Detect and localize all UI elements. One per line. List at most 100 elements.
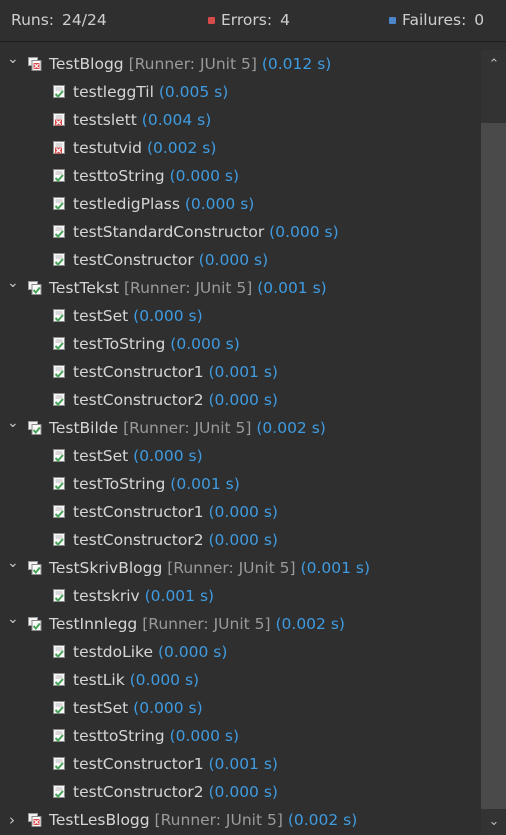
suite-name: TestSkrivBlogg: [49, 559, 163, 577]
test-pass-icon: [53, 449, 65, 462]
test-case-label: testtoString (0.000 s): [73, 722, 239, 750]
suite-row[interactable]: ⌄ TestSkrivBlogg [Runner: JUnit 5] (0.001…: [0, 554, 480, 582]
test-time: (0.000 s): [208, 783, 278, 801]
test-name: testConstructor1: [73, 503, 204, 521]
suite-row[interactable]: › TestLesBlogg [Runner: JUnit 5] (0.002 s…: [0, 806, 480, 834]
test-status-bar: Runs: 24/24 Errors: 4 Failures: 0: [0, 0, 506, 42]
suite-name: TestLesBlogg: [49, 811, 150, 829]
test-time: (0.000 s): [208, 391, 278, 409]
test-case-row[interactable]: testConstructor1 (0.001 s): [0, 750, 480, 778]
errors-label: Errors:: [221, 11, 273, 29]
test-case-label: testConstructor2 (0.000 s): [73, 386, 278, 414]
test-case-label: testToString (0.000 s): [73, 330, 240, 358]
test-pass-icon: [53, 169, 65, 182]
suite-label: TestSkrivBlogg [Runner: JUnit 5] (0.001 …: [49, 554, 370, 582]
test-name: testtoString: [73, 167, 165, 185]
test-case-row[interactable]: testleggTil (0.005 s): [0, 78, 480, 106]
test-time: (0.001 s): [208, 755, 278, 773]
test-case-label: testConstructor2 (0.000 s): [73, 778, 278, 806]
test-case-row[interactable]: testledigPlass (0.000 s): [0, 190, 480, 218]
test-pass-icon: [53, 309, 65, 322]
test-case-row[interactable]: testSet (0.000 s): [0, 694, 480, 722]
suite-row[interactable]: ⌄ TestInnlegg [Runner: JUnit 5] (0.002 s): [0, 610, 480, 638]
scrollbar-thumb[interactable]: [481, 123, 506, 809]
test-case-row[interactable]: testtoString (0.000 s): [0, 722, 480, 750]
test-time: (0.000 s): [208, 503, 278, 521]
test-time: (0.000 s): [208, 531, 278, 549]
test-name: testledigPlass: [73, 195, 180, 213]
suite-time: (0.002 s): [256, 419, 326, 437]
suite-runner: [Runner: JUnit 5]: [154, 811, 283, 829]
test-case-row[interactable]: testConstructor2 (0.000 s): [0, 778, 480, 806]
suite-row[interactable]: ⌄ TestTekst [Runner: JUnit 5] (0.001 s): [0, 274, 480, 302]
test-case-row[interactable]: testConstructor2 (0.000 s): [0, 526, 480, 554]
suite-row[interactable]: ⌄ TestBlogg [Runner: JUnit 5] (0.012 s): [0, 50, 480, 78]
errors-value: 4: [280, 11, 290, 29]
failures-label: Failures:: [402, 11, 467, 29]
suite-row[interactable]: ⌄ TestBilde [Runner: JUnit 5] (0.002 s): [0, 414, 480, 442]
suite-name: TestBilde: [49, 419, 119, 437]
suite-name: TestTekst: [49, 279, 120, 297]
test-name: testToString: [73, 475, 166, 493]
suite-runner: [Runner: JUnit 5]: [123, 279, 253, 297]
test-name: testleggTil: [73, 83, 154, 101]
test-case-label: testutvid (0.002 s): [73, 134, 216, 162]
test-case-row[interactable]: testskriv (0.001 s): [0, 582, 480, 610]
suite-time: (0.001 s): [300, 559, 370, 577]
test-results-tree[interactable]: ⌄ TestBlogg [Runner: JUnit 5] (0.012 s) te…: [0, 50, 480, 835]
test-case-label: testSet (0.000 s): [73, 694, 203, 722]
test-case-row[interactable]: testSet (0.000 s): [0, 442, 480, 470]
chevron-down-icon[interactable]: ⌄: [7, 549, 19, 577]
test-case-row[interactable]: testConstructor1 (0.001 s): [0, 358, 480, 386]
test-case-row[interactable]: testtoString (0.000 s): [0, 162, 480, 190]
suite-label: TestLesBlogg [Runner: JUnit 5] (0.002 s): [49, 806, 357, 834]
test-time: (0.000 s): [133, 447, 203, 465]
test-pass-icon: [53, 701, 65, 714]
scroll-up-arrow-icon[interactable]: ⌃: [488, 58, 500, 71]
chevron-right-icon[interactable]: ›: [9, 806, 19, 834]
failure-icon: [389, 16, 396, 24]
test-pass-icon: [53, 729, 65, 742]
test-case-row[interactable]: testLik (0.000 s): [0, 666, 480, 694]
test-case-label: testConstructor (0.000 s): [73, 246, 268, 274]
test-time: (0.000 s): [184, 195, 255, 213]
test-case-row[interactable]: testslett (0.004 s): [0, 106, 480, 134]
suite-time: (0.002 s): [275, 615, 345, 633]
test-pass-icon: [53, 757, 65, 770]
test-pass-icon: [53, 505, 65, 518]
test-case-label: testskriv (0.001 s): [73, 582, 214, 610]
test-time: (0.000 s): [129, 671, 200, 689]
test-time: (0.005 s): [158, 83, 229, 101]
vertical-scrollbar[interactable]: ⌃ ⌄: [481, 50, 506, 835]
suite-time: (0.012 s): [261, 55, 332, 73]
test-case-row[interactable]: testdoLike (0.000 s): [0, 638, 480, 666]
chevron-down-icon[interactable]: ⌄: [7, 409, 19, 437]
test-time: (0.000 s): [133, 307, 203, 325]
failures-counter: Failures: 0: [389, 11, 484, 29]
test-case-row[interactable]: testToString (0.001 s): [0, 470, 480, 498]
suite-pass-icon: [28, 421, 42, 435]
suite-label: TestBilde [Runner: JUnit 5] (0.002 s): [49, 414, 326, 442]
chevron-down-icon[interactable]: ⌄: [7, 50, 19, 73]
test-case-row[interactable]: testConstructor (0.000 s): [0, 246, 480, 274]
test-case-label: testConstructor1 (0.000 s): [73, 498, 278, 526]
runs-counter: Runs: 24/24: [11, 11, 107, 29]
test-name: testConstructor2: [73, 783, 204, 801]
chevron-down-icon[interactable]: ⌄: [7, 269, 19, 297]
test-case-row[interactable]: testToString (0.000 s): [0, 330, 480, 358]
test-time: (0.001 s): [170, 475, 240, 493]
suite-label: TestBlogg [Runner: JUnit 5] (0.012 s): [49, 50, 331, 78]
test-time: (0.000 s): [157, 643, 228, 661]
test-case-row[interactable]: testConstructor1 (0.000 s): [0, 498, 480, 526]
test-case-row[interactable]: testStandardConstructor (0.000 s): [0, 218, 480, 246]
test-pass-icon: [53, 253, 65, 266]
test-pass-icon: [53, 785, 65, 798]
scroll-down-arrow-icon[interactable]: ⌄: [488, 815, 500, 828]
test-case-row[interactable]: testutvid (0.002 s): [0, 134, 480, 162]
test-time: (0.000 s): [269, 223, 339, 241]
chevron-down-icon[interactable]: ⌄: [7, 605, 19, 633]
test-pass-icon: [53, 645, 65, 658]
test-case-row[interactable]: testSet (0.000 s): [0, 302, 480, 330]
test-case-row[interactable]: testConstructor2 (0.000 s): [0, 386, 480, 414]
suite-name: TestInnlegg: [49, 615, 138, 633]
